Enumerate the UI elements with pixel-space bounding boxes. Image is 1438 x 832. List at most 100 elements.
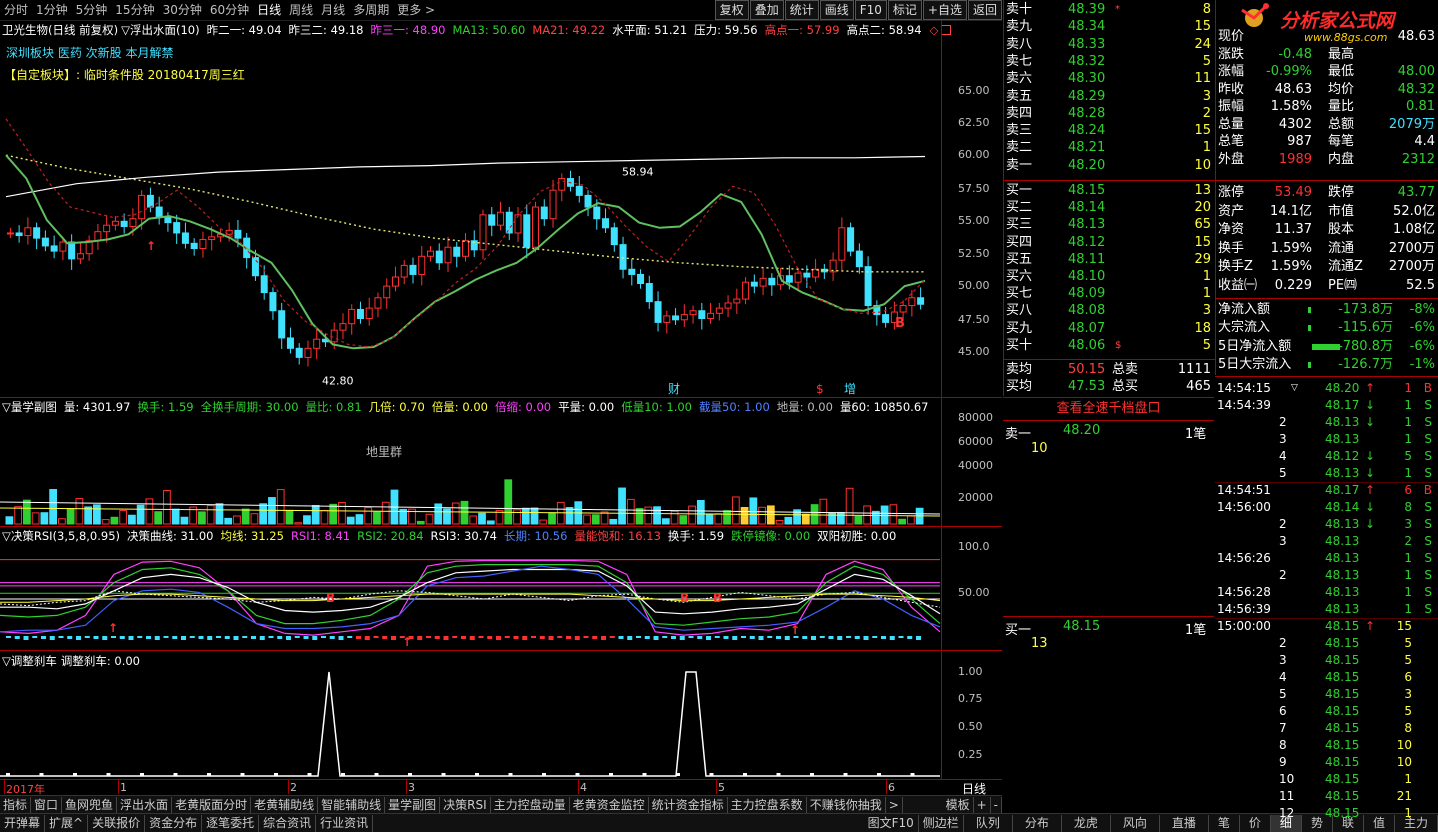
toolbar-button[interactable]: 统计 — [784, 0, 819, 20]
toolbar-button[interactable]: F10 — [854, 0, 887, 20]
status-tab[interactable]: 综合资讯 — [259, 814, 317, 832]
order-book-row[interactable]: 买八 48.08 3 — [1004, 302, 1215, 319]
indicator-tab[interactable]: 不赚钱你抽我 — [807, 796, 886, 814]
tick-row[interactable]: 14:54:15 ▽ 48.20 ↑ 1 B — [1215, 380, 1438, 397]
tick-row[interactable]: 2 48.13 1 S — [1215, 567, 1438, 584]
tick-row[interactable]: 11 48.15 21 — [1215, 788, 1438, 805]
status-tab[interactable]: 行业资讯 — [316, 814, 374, 832]
timeframe-tab[interactable]: 15分钟 — [111, 0, 158, 20]
timeframe-tab[interactable]: 60分钟 — [206, 0, 253, 20]
order-book-row[interactable]: 卖八 48.33 24 — [1004, 36, 1215, 53]
indicator-tab[interactable]: 窗口 — [31, 796, 63, 814]
status-tab[interactable]: 关联报价 — [88, 814, 146, 832]
timeframe-tab[interactable]: 周线 — [285, 0, 317, 20]
timeframe-tab[interactable]: 更多 > — [393, 0, 439, 20]
timeframe-tab[interactable]: 日线 — [253, 0, 285, 20]
indicator-tab[interactable]: 鱼网兜鱼 — [62, 796, 118, 814]
tick-row[interactable]: 14:54:39 48.17 ↓ 1 S — [1215, 397, 1438, 414]
indicator-tab[interactable]: 老黄辅助线 — [251, 796, 319, 814]
order-book-row[interactable]: 买九 48.07 18 — [1004, 320, 1215, 337]
tick-row[interactable]: 14:56:39 48.13 1 S — [1215, 601, 1438, 618]
indicator-tab[interactable]: 主力控盘动量 — [491, 796, 570, 814]
tick-row[interactable]: 10 48.15 1 — [1215, 771, 1438, 788]
indicator-name[interactable]: ▽浮出水面(10) — [121, 22, 199, 38]
indicator-tab[interactable]: 老黄资金监控 — [570, 796, 649, 814]
view-depth-button[interactable]: 查看全速千档盘口 — [1003, 398, 1214, 421]
toolbar-button[interactable]: 标记 — [887, 0, 922, 20]
order-book-row[interactable]: 卖三 48.24 15 — [1004, 122, 1215, 139]
side-tab[interactable]: 图文F10 — [864, 814, 919, 832]
order-book-row[interactable]: 卖十 48.39 * 8 — [1004, 1, 1215, 18]
timeframe-tab[interactable]: 1分钟 — [32, 0, 72, 20]
tick-row[interactable]: 15:00:00 48.15 ↑ 15 — [1215, 618, 1438, 635]
order-book-row[interactable]: 卖二 48.21 1 — [1004, 139, 1215, 156]
tick-row[interactable]: 2 48.13 ↓ 1 S — [1215, 414, 1438, 431]
scroll-right-icon[interactable]: > — [886, 796, 903, 814]
volume-chart[interactable] — [0, 416, 942, 526]
toolbar-button[interactable]: 叠加 — [749, 0, 784, 20]
order-book-row[interactable]: 卖五 48.29 3 — [1004, 88, 1215, 105]
side-tab[interactable]: 侧边栏 — [919, 814, 964, 832]
timeframe-tab[interactable]: 月线 — [317, 0, 349, 20]
template-button[interactable]: - — [991, 796, 1002, 814]
template-button[interactable]: 模板 — [943, 796, 974, 814]
tick-row[interactable]: 5 48.13 ↓ 1 S — [1215, 465, 1438, 482]
rsi-panel-title[interactable]: ▽决策RSI(3,5,8,0.95) — [2, 528, 120, 544]
order-book-row[interactable]: 卖九 48.34 15 — [1004, 18, 1215, 35]
order-book-row[interactable]: 买四 48.12 15 — [1004, 234, 1215, 251]
toolbar-button[interactable]: 画线 — [819, 0, 854, 20]
order-book-row[interactable]: 买十 48.06 $5 — [1004, 337, 1215, 354]
tick-row[interactable]: 14:56:00 48.14 ↓ 8 S — [1215, 499, 1438, 516]
tick-row[interactable]: 14:56:28 48.13 1 S — [1215, 584, 1438, 601]
tick-row[interactable]: 4 48.15 6 — [1215, 669, 1438, 686]
order-book-row[interactable]: 买五 48.11 29 — [1004, 251, 1215, 268]
template-button[interactable]: + — [974, 796, 991, 814]
order-book-row[interactable]: 买七 48.09 1 — [1004, 285, 1215, 302]
tick-row[interactable]: 4 48.12 ↓ 5 S — [1215, 448, 1438, 465]
status-tab[interactable]: 资金分布 — [145, 814, 203, 832]
indicator-tab[interactable]: 智能辅助线 — [318, 796, 386, 814]
tick-row[interactable]: 3 48.15 5 — [1215, 652, 1438, 669]
timeframe-tab[interactable]: 多周期 — [349, 0, 393, 20]
tick-row[interactable]: 9 48.15 10 — [1215, 754, 1438, 771]
order-book-row[interactable]: 买三 48.13 65 — [1004, 216, 1215, 233]
tick-row[interactable]: 7 48.15 8 — [1215, 720, 1438, 737]
tick-row[interactable]: 6 48.15 5 — [1215, 703, 1438, 720]
indicator-tab[interactable]: 浮出水面 — [117, 796, 173, 814]
status-tab[interactable]: 逐笔委托 — [202, 814, 260, 832]
order-book-row[interactable]: 卖六 48.30 11 — [1004, 70, 1215, 87]
timeframe-tab[interactable]: 分时 — [0, 0, 32, 20]
order-book-row[interactable]: 买二 48.14 20 — [1004, 199, 1215, 216]
candlestick-chart[interactable]: 58.94 42.80 ↑ B 财 $ 增 — [0, 60, 1002, 398]
volume-panel-title[interactable]: ▽量学副图 — [2, 399, 57, 415]
brake-chart[interactable] — [0, 668, 942, 780]
indicator-tab[interactable]: 指标 — [0, 796, 32, 814]
tick-row[interactable]: 12 48.15 1 — [1215, 805, 1438, 822]
order-book-row[interactable]: 卖七 48.32 5 — [1004, 53, 1215, 70]
tick-row[interactable]: 3 48.13 2 S — [1215, 533, 1438, 550]
tick-row[interactable]: 14:54:51 48.17 ↑ 6 B — [1215, 482, 1438, 499]
rsi-chart[interactable]: B B B ↑ ↑ ↑ — [0, 544, 942, 650]
indicator-tab[interactable]: 量学副图 — [385, 796, 441, 814]
timeframe-tab[interactable]: 30分钟 — [159, 0, 206, 20]
order-book-row[interactable]: 买六 48.10 1 — [1004, 268, 1215, 285]
tick-row[interactable]: 3 48.13 1 S — [1215, 431, 1438, 448]
indicator-tab[interactable]: 主力控盘系数 — [728, 796, 807, 814]
timeframe-tab[interactable]: 5分钟 — [72, 0, 112, 20]
indicator-tab[interactable]: 决策RSI — [440, 796, 491, 814]
status-tab[interactable]: 开弹幕 — [0, 814, 46, 832]
sector-info[interactable]: 深圳板块 医药 次新股 本月解禁 — [6, 44, 173, 61]
indicator-tab[interactable]: 老黄版面分时 — [172, 796, 252, 814]
brake-panel-title[interactable]: ▽调整刹车 — [2, 653, 57, 669]
tick-row[interactable]: 2 48.15 5 — [1215, 635, 1438, 652]
tick-row[interactable]: 14:56:26 48.13 1 S — [1215, 550, 1438, 567]
order-book-row[interactable]: 卖一 48.20 10 — [1004, 157, 1215, 174]
tick-row[interactable]: 2 48.13 ↓ 3 S — [1215, 516, 1438, 533]
chart-config-icon[interactable]: ◇ — [930, 23, 939, 37]
indicator-tab[interactable]: 统计资金指标 — [649, 796, 728, 814]
toolbar-button[interactable]: 复权 — [714, 0, 749, 20]
order-book-row[interactable]: 买一 48.15 13 — [1004, 182, 1215, 199]
order-book-row[interactable]: 卖四 48.28 2 — [1004, 105, 1215, 122]
status-tab[interactable]: 扩展^ — [45, 814, 89, 832]
tick-row[interactable]: 5 48.15 3 — [1215, 686, 1438, 703]
